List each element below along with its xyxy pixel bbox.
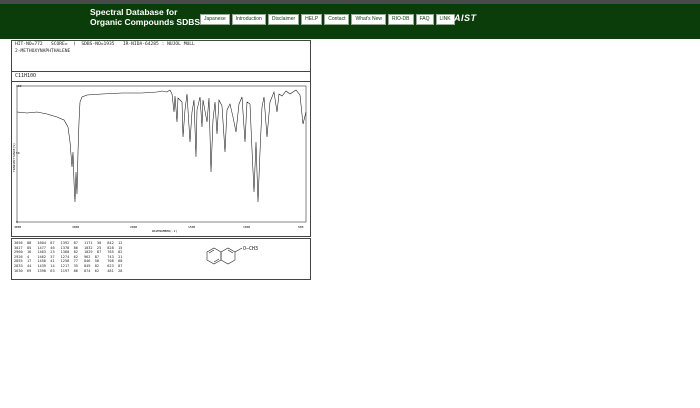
site-title[interactable]: Spectral Database for Organic Compounds …	[90, 7, 200, 27]
ring-left	[206, 247, 222, 265]
ir-spectrum-panel: 100 50 0 TRANSMITTANCE(%) 4000 3000 2000…	[11, 81, 311, 237]
ir-spectrum-svg: 100 50 0 TRANSMITTANCE(%) 4000 3000 2000…	[12, 84, 307, 233]
peak-column: 3056 88 3027 85 2960 16 2926 4 2855 17 2…	[14, 241, 31, 273]
y-tick-50: 50	[16, 151, 20, 155]
molecular-formula: C11H10O	[15, 73, 37, 79]
molecule-structure: O—CH3	[206, 246, 258, 265]
peak-row: 1197 86	[60, 268, 78, 273]
site-title-line1: Spectral Database for	[90, 7, 178, 17]
aist-logo[interactable]: AIST	[454, 13, 477, 23]
peak-row: 874 62	[83, 268, 100, 273]
o-bond	[234, 247, 243, 253]
x-tick-2000: 2000	[130, 225, 137, 229]
compound-name: 2-METHOXYNAPHTHALENE	[15, 49, 71, 54]
methoxy-label: O—CH3	[243, 246, 258, 252]
peak-table: 3056 88 3027 85 2960 16 2926 4 2855 17 2…	[14, 241, 122, 273]
top-nav: Japanese Introduction Disclaimer HELP Co…	[200, 14, 455, 25]
nav-introduction[interactable]: Introduction	[231, 14, 266, 25]
nav-link[interactable]: LINK	[435, 14, 455, 25]
site-title-line2: Organic Compounds SDBS	[90, 17, 201, 27]
nav-disclaimer[interactable]: Disclaimer	[267, 14, 300, 25]
peak-column: 842 12 828 15 765 82 743 21 708 68 623 8…	[107, 241, 122, 273]
x-axis-label: WAVENUMBER(-1)	[152, 229, 177, 233]
y-axis-label: TRANSMITTANCE(%)	[12, 143, 16, 172]
nav-japanese[interactable]: Japanese	[200, 14, 230, 25]
record-info-line: HIT-NO=772 SCORE= ) SDBS-NO=1935 IR-NIDA…	[15, 42, 195, 47]
plot-frame	[16, 85, 307, 223]
peak-table-panel: 3056 88 3027 85 2960 16 2926 4 2855 17 2…	[11, 238, 311, 280]
x-tick-500: 500	[298, 225, 304, 229]
peak-column: 1604 87 1477 46 1463 23 1462 37 1450 41 …	[37, 241, 54, 273]
peak-row: 1390 63	[37, 268, 55, 273]
nav-contact[interactable]: Contact	[324, 14, 350, 25]
nav-faq[interactable]: FAQ	[415, 14, 434, 25]
top-banner: Spectral Database for Organic Compounds …	[0, 0, 700, 39]
spectrum-trace	[16, 89, 307, 203]
x-tick-3000: 3000	[72, 225, 79, 229]
nav-help[interactable]: HELP	[301, 14, 323, 25]
peak-row: 1630 69	[14, 268, 32, 273]
peak-column: 1171 30 1032 25 1029 87 962 87 846 50 84…	[84, 241, 101, 273]
nav-rio-db[interactable]: RIO-DB	[388, 14, 414, 25]
y-tick-100: 100	[16, 84, 22, 88]
x-tick-1000: 1000	[243, 225, 250, 229]
nav-whats-new[interactable]: What's New	[351, 14, 386, 25]
x-tick-1500: 1500	[188, 225, 195, 229]
peak-row: 481 28	[107, 268, 123, 273]
x-tick-4000: 4000	[14, 225, 21, 229]
ring-right	[220, 247, 236, 265]
peak-column: 1392 87 1378 86 1360 82 1274 62 1258 77 …	[61, 241, 78, 273]
y-tick-0: 0	[16, 220, 18, 224]
